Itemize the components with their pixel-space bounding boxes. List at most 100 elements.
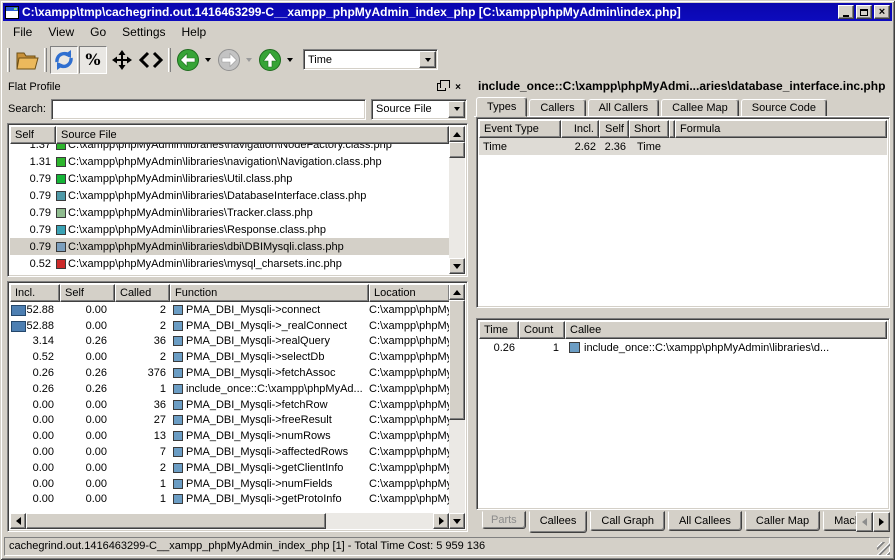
file-row[interactable]: 0.79C:\xampp\phpMyAdmin\libraries\Tracke… — [10, 204, 449, 221]
scroll-down-button[interactable] — [449, 513, 465, 529]
back-button[interactable] — [174, 46, 202, 74]
scroll-right-button[interactable] — [433, 513, 449, 529]
scrollbar-thumb[interactable] — [26, 513, 326, 529]
tab-source-code[interactable]: Source Code — [741, 99, 827, 117]
scroll-left-button[interactable] — [10, 513, 26, 529]
function-row[interactable]: 0.000.0027PMA_DBI_Mysqli->freeResultC:\x… — [10, 413, 449, 429]
column-header-self[interactable]: Self — [10, 126, 56, 144]
file-row[interactable]: 0.79C:\xampp\phpMyAdmin\libraries\Databa… — [10, 187, 449, 204]
resize-grip[interactable] — [877, 542, 890, 555]
tab-scroll-left-button[interactable] — [856, 512, 873, 532]
column-header-incl[interactable]: Incl. — [10, 284, 60, 302]
reload-button[interactable] — [50, 46, 78, 74]
dock-float-button[interactable] — [434, 80, 448, 94]
menu-settings[interactable]: Settings — [114, 23, 173, 41]
tab-types[interactable]: Types — [476, 97, 527, 117]
group-by-combobox[interactable]: Source File — [371, 99, 467, 120]
percent-button[interactable]: % — [79, 46, 107, 74]
column-header-location[interactable]: Location — [369, 284, 449, 302]
tab-caller-map[interactable]: Caller Map — [745, 511, 820, 531]
file-row[interactable]: 0.79C:\xampp\phpMyAdmin\libraries\Respon… — [10, 221, 449, 238]
scroll-down-button[interactable] — [449, 258, 465, 274]
syscall-button[interactable] — [137, 46, 165, 74]
file-row[interactable]: 0.52C:\xampp\phpMyAdmin\libraries\user_p… — [10, 272, 449, 274]
file-row[interactable]: 0.79C:\xampp\phpMyAdmin\libraries\Util.c… — [10, 170, 449, 187]
column-header-time[interactable]: Time — [479, 321, 519, 339]
function-row[interactable]: 0.520.002PMA_DBI_Mysqli->selectDbC:\xamp… — [10, 349, 449, 365]
toolbar-grip-3[interactable] — [168, 48, 171, 72]
column-header-callee[interactable]: Callee — [565, 321, 887, 339]
function-row[interactable]: 0.260.26376PMA_DBI_Mysqli->fetchAssocC:\… — [10, 365, 449, 381]
function-row[interactable]: 3.140.2636PMA_DBI_Mysqli->realQueryC:\xa… — [10, 334, 449, 350]
close-button[interactable]: × — [874, 5, 890, 19]
horizontal-splitter[interactable] — [474, 308, 890, 318]
title-bar[interactable]: C:\xampp\tmp\cachegrind.out.1416463299-C… — [3, 3, 892, 21]
dock-button[interactable] — [108, 46, 136, 74]
function-row[interactable]: 0.000.001PMA_DBI_Mysqli->numFieldsC:\xam… — [10, 476, 449, 492]
maximize-icon — [860, 9, 868, 16]
tab-callee-map[interactable]: Callee Map — [661, 99, 739, 117]
event-type-row[interactable]: Time2.622.36Time — [479, 138, 887, 155]
open-file-button[interactable] — [13, 46, 41, 74]
column-header-function[interactable]: Function — [170, 284, 369, 302]
up-button[interactable] — [256, 46, 284, 74]
file-row[interactable]: 1.37C:\xampp\phpMyAdmin\libraries\naviga… — [10, 144, 449, 153]
toolbar-grip[interactable] — [7, 48, 10, 72]
file-row[interactable]: 0.79C:\xampp\phpMyAdmin\libraries\dbi\DB… — [10, 238, 449, 255]
minimize-button[interactable] — [838, 5, 854, 19]
event-type-dropdown-button[interactable] — [419, 51, 436, 68]
tab-callees[interactable]: Callees — [529, 511, 588, 533]
search-input[interactable] — [51, 99, 366, 120]
cell-self: 0.26 — [60, 367, 115, 379]
function-row[interactable]: 0.260.261include_once::C:\xampp\phpMyAd.… — [10, 381, 449, 397]
function-row[interactable]: 0.000.0036PMA_DBI_Mysqli->fetchRowC:\xam… — [10, 397, 449, 413]
tab-callers[interactable]: Callers — [529, 99, 585, 117]
function-row[interactable]: 52.880.002PMA_DBI_Mysqli->_realConnectC:… — [10, 318, 449, 334]
column-header-source-file[interactable]: Source File — [56, 126, 449, 144]
tab-all-callers[interactable]: All Callers — [588, 99, 660, 117]
function-name: PMA_DBI_Mysqli->numFields — [186, 478, 332, 490]
dock-close-button[interactable]: × — [451, 80, 465, 94]
function-row[interactable]: 0.000.002PMA_DBI_Mysqli->getClientInfoC:… — [10, 460, 449, 476]
file-table-vscrollbar[interactable] — [449, 126, 465, 274]
group-by-dropdown-button[interactable] — [448, 101, 465, 118]
function-table-vscrollbar[interactable] — [449, 284, 465, 529]
callee-row[interactable]: 0.261include_once::C:\xampp\phpMyAdmin\l… — [479, 339, 887, 356]
tab-scroll-right-button[interactable] — [873, 512, 890, 532]
scroll-up-button[interactable] — [449, 126, 465, 142]
function-row[interactable]: 0.000.0013PMA_DBI_Mysqli->numRowsC:\xamp… — [10, 428, 449, 444]
column-header-formula[interactable]: Formula — [675, 120, 887, 138]
back-dropdown-icon[interactable] — [205, 58, 211, 62]
function-row[interactable]: 52.880.002PMA_DBI_Mysqli->connectC:\xamp… — [10, 302, 449, 318]
column-header-called[interactable]: Called — [115, 284, 170, 302]
column-header-incl[interactable]: Incl. — [561, 120, 599, 138]
column-header-count[interactable]: Count — [519, 321, 565, 339]
menu-go[interactable]: Go — [82, 23, 114, 41]
function-table-hscrollbar[interactable] — [10, 513, 449, 529]
scroll-up-button[interactable] — [449, 284, 465, 300]
scrollbar-thumb[interactable] — [449, 300, 465, 420]
forward-button[interactable] — [215, 46, 243, 74]
file-row[interactable]: 0.52C:\xampp\phpMyAdmin\libraries\mysql_… — [10, 255, 449, 272]
menu-view[interactable]: View — [40, 23, 82, 41]
maximize-button[interactable] — [856, 5, 872, 19]
status-text: cachegrind.out.1416463299-C__xampp_phpMy… — [4, 537, 890, 556]
menu-help[interactable]: Help — [174, 23, 215, 41]
up-dropdown-icon[interactable] — [287, 58, 293, 62]
function-row[interactable]: 0.000.007PMA_DBI_Mysqli->affectedRowsC:\… — [10, 444, 449, 460]
column-header-self[interactable]: Self — [60, 284, 115, 302]
toolbar-grip-2[interactable] — [44, 48, 47, 72]
event-type-combobox[interactable]: Time — [303, 49, 438, 70]
tab-all-callees[interactable]: All Callees — [668, 511, 742, 531]
app-icon[interactable] — [5, 6, 19, 19]
flat-profile-titlebar[interactable]: Flat Profile × — [4, 77, 469, 97]
menu-file[interactable]: File — [5, 23, 40, 41]
scrollbar-thumb[interactable] — [449, 142, 465, 158]
forward-dropdown-icon[interactable] — [246, 58, 252, 62]
column-header-short[interactable]: Short — [629, 120, 669, 138]
tab-call-graph[interactable]: Call Graph — [590, 511, 665, 531]
file-row[interactable]: 1.31C:\xampp\phpMyAdmin\libraries\naviga… — [10, 153, 449, 170]
column-header-eventtype[interactable]: Event Type — [479, 120, 561, 138]
function-row[interactable]: 0.000.001PMA_DBI_Mysqli->getProtoInfoC:\… — [10, 492, 449, 508]
column-header-self[interactable]: Self — [599, 120, 629, 138]
